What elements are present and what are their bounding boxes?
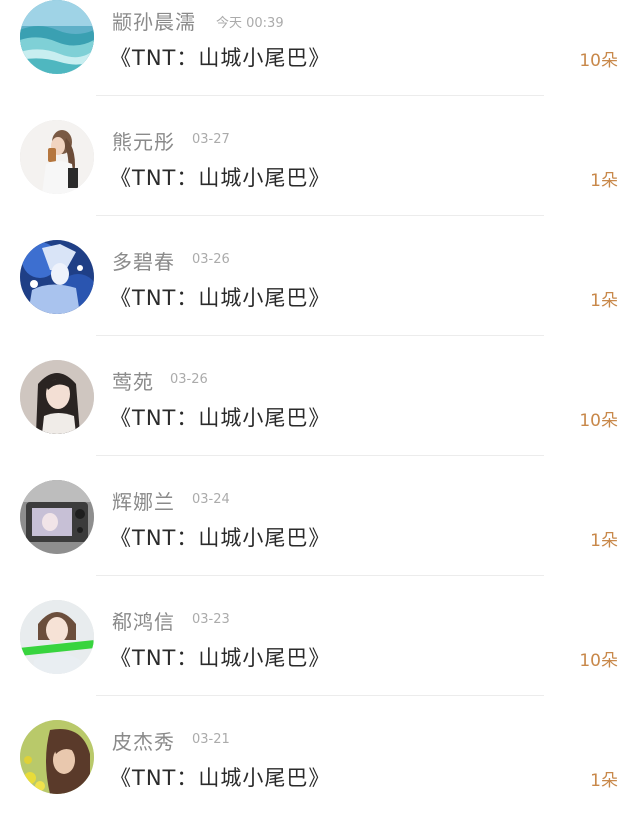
gift-count: 1朵	[590, 771, 618, 791]
gift-list: 颛孙晨濡 今天 00:39 《TNT：山城小尾巴》 10朵 熊元彤 03-27 …	[0, 0, 640, 820]
avatar-anime-blue-icon[interactable]	[20, 240, 94, 314]
gift-title: 《TNT：山城小尾巴》	[110, 526, 331, 550]
list-item[interactable]: 郗鸿信 03-23 《TNT：山城小尾巴》 10朵	[0, 600, 640, 720]
avatar-girl-yellow-flowers-icon[interactable]	[20, 720, 94, 794]
sender-name: 辉娜兰	[112, 490, 175, 514]
row-divider	[96, 455, 544, 456]
gift-count: 10朵	[579, 51, 618, 71]
gift-title: 《TNT：山城小尾巴》	[110, 766, 331, 790]
sender-name: 莺苑	[112, 370, 154, 394]
gift-count: 1朵	[590, 531, 618, 551]
list-item[interactable]: 多碧春 03-26 《TNT：山城小尾巴》 1朵	[0, 240, 640, 360]
avatar-ocean-wave-icon[interactable]	[20, 0, 94, 74]
sender-name: 郗鸿信	[112, 610, 175, 634]
gift-title: 《TNT：山城小尾巴》	[110, 166, 331, 190]
list-item[interactable]: 颛孙晨濡 今天 00:39 《TNT：山城小尾巴》 10朵	[0, 0, 640, 120]
list-item[interactable]: 熊元彤 03-27 《TNT：山城小尾巴》 1朵	[0, 120, 640, 240]
send-time: 今天 00:39	[216, 16, 284, 31]
list-item[interactable]: 莺苑 03-26 《TNT：山城小尾巴》 10朵	[0, 360, 640, 480]
row-divider	[96, 575, 544, 576]
sender-name: 多碧春	[112, 250, 175, 274]
send-time: 03-23	[192, 612, 230, 627]
list-item[interactable]: 辉娜兰 03-24 《TNT：山城小尾巴》 1朵	[0, 480, 640, 600]
sender-name: 熊元彤	[112, 130, 175, 154]
avatar-girl-green-banner-icon[interactable]	[20, 600, 94, 674]
row-divider	[96, 695, 544, 696]
avatar-girl-drinking-icon[interactable]	[20, 120, 94, 194]
send-time: 03-27	[192, 132, 230, 147]
row-divider	[96, 335, 544, 336]
list-item[interactable]: 皮杰秀 03-21 《TNT：山城小尾巴》 1朵	[0, 720, 640, 840]
avatar-girl-portrait-icon[interactable]	[20, 360, 94, 434]
gift-count: 1朵	[590, 171, 618, 191]
send-time: 03-26	[170, 372, 208, 387]
send-time: 03-24	[192, 492, 230, 507]
sender-name: 颛孙晨濡	[112, 10, 196, 34]
gift-title: 《TNT：山城小尾巴》	[110, 46, 331, 70]
sender-name: 皮杰秀	[112, 730, 175, 754]
row-divider	[96, 95, 544, 96]
gift-count: 10朵	[579, 651, 618, 671]
row-divider	[96, 215, 544, 216]
gift-count: 10朵	[579, 411, 618, 431]
avatar-camera-screen-icon[interactable]	[20, 480, 94, 554]
gift-count: 1朵	[590, 291, 618, 311]
gift-title: 《TNT：山城小尾巴》	[110, 646, 331, 670]
gift-title: 《TNT：山城小尾巴》	[110, 406, 331, 430]
gift-title: 《TNT：山城小尾巴》	[110, 286, 331, 310]
send-time: 03-26	[192, 252, 230, 267]
send-time: 03-21	[192, 732, 230, 747]
